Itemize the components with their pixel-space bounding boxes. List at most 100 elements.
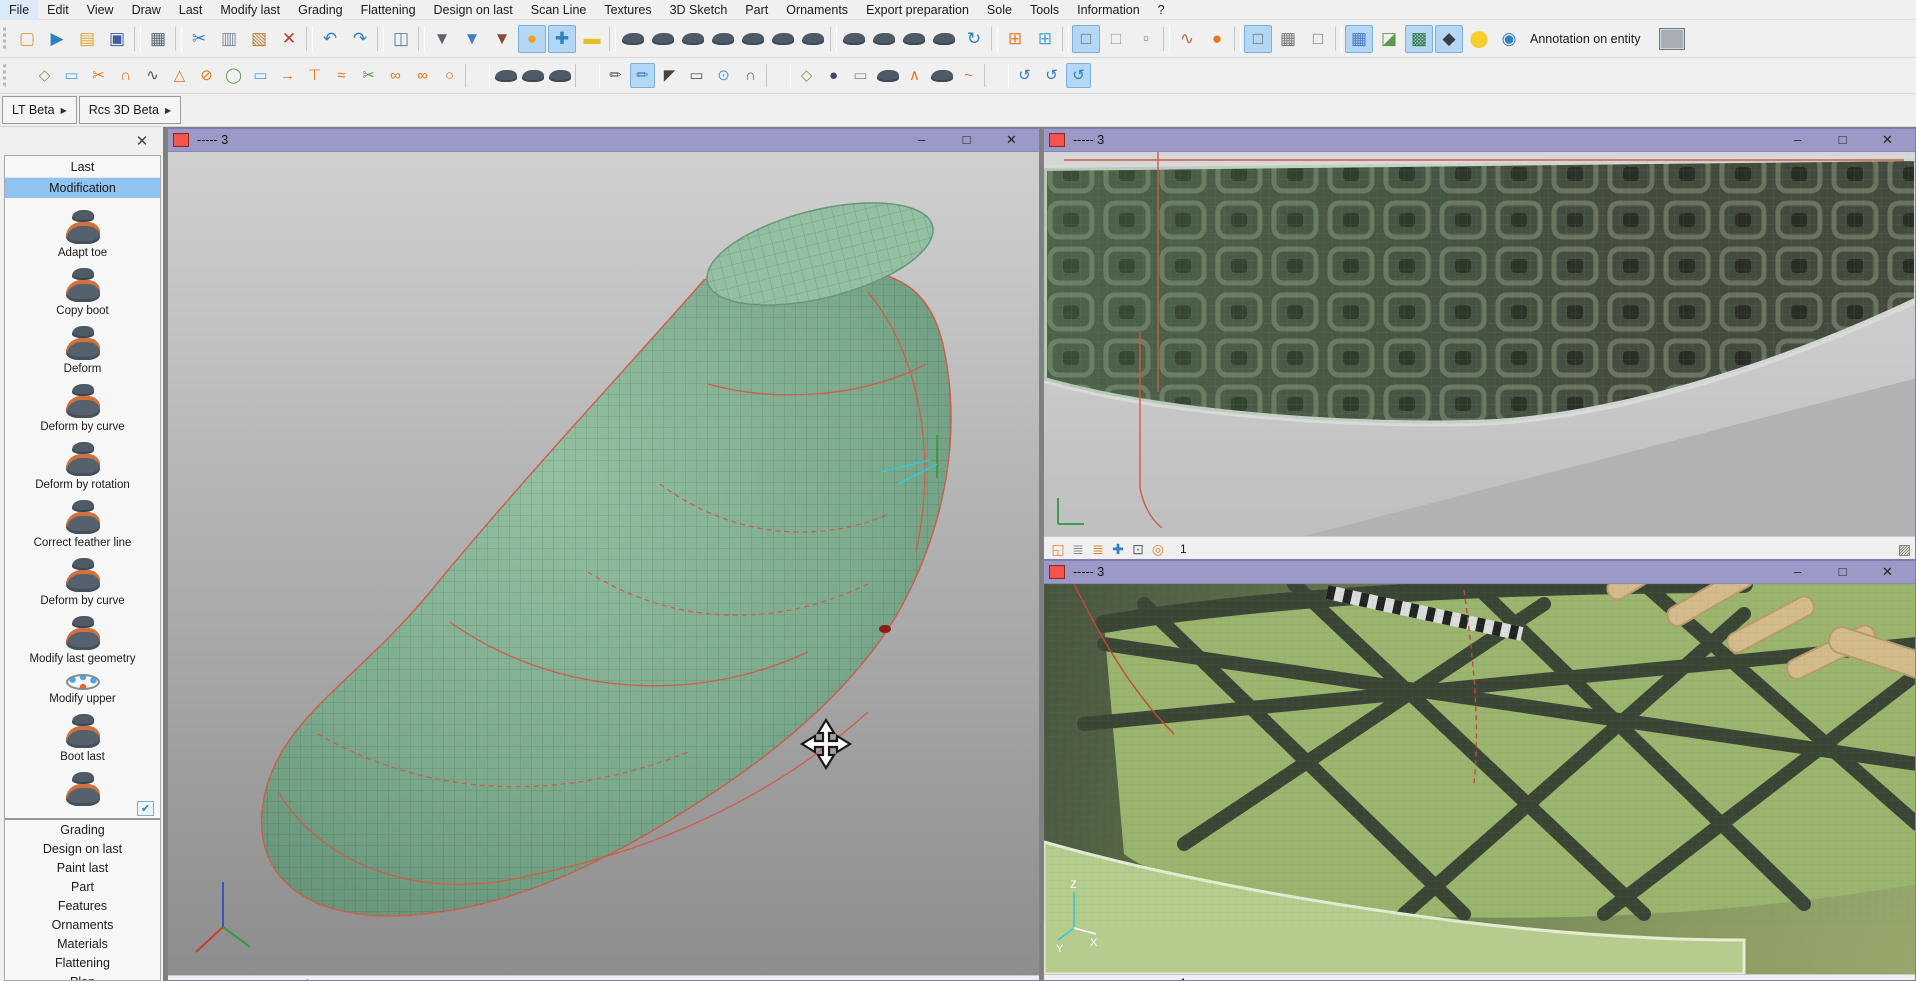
sidebar-section-item[interactable]: Flattening — [5, 953, 160, 972]
ellipse-icon[interactable]: ◯ — [221, 63, 246, 88]
last-iso-view-2-icon[interactable] — [870, 25, 898, 53]
viewport-main-canvas[interactable] — [168, 152, 1039, 975]
arrow-connector-icon[interactable]: → — [275, 63, 300, 88]
move-entity-icon[interactable]: ✚ — [548, 25, 576, 53]
undo-icon[interactable]: ↶ — [316, 25, 344, 53]
menu-item[interactable]: ? — [1149, 0, 1174, 20]
menu-item[interactable]: File — [0, 0, 38, 20]
last-iso-view-3-icon[interactable] — [900, 25, 928, 53]
close-button[interactable]: ✕ — [1865, 132, 1910, 148]
last-heel-view-icon[interactable] — [769, 25, 797, 53]
last-top-view-icon[interactable] — [799, 25, 827, 53]
filter-delete-icon[interactable]: ▼ — [488, 25, 516, 53]
surface-display-icon[interactable]: ◪ — [1375, 25, 1403, 53]
sole-bottom-view-icon[interactable] — [679, 25, 707, 53]
heel-tool-2-icon[interactable] — [520, 63, 545, 88]
sketch-plane-icon[interactable]: ◇ — [32, 63, 57, 88]
menu-item[interactable]: Last — [170, 0, 212, 20]
minimize-button[interactable]: – — [1775, 132, 1820, 148]
pencil-icon[interactable]: ✏ — [603, 63, 628, 88]
menu-item[interactable]: Ornaments — [777, 0, 857, 20]
redo-icon[interactable]: ↷ — [346, 25, 374, 53]
hide-entities-icon[interactable]: ● — [518, 25, 546, 53]
maximize-button[interactable]: □ — [944, 132, 989, 148]
paste-icon[interactable]: ▧ — [245, 25, 273, 53]
menu-item[interactable]: Textures — [595, 0, 660, 20]
new-file-icon[interactable]: ▢ — [13, 25, 41, 53]
link-rings-2-icon[interactable]: ∞ — [410, 63, 435, 88]
rect-draw-icon[interactable]: ▭ — [684, 63, 709, 88]
fan-icon[interactable]: △ — [167, 63, 192, 88]
cube-dashed-icon[interactable]: □ — [1102, 25, 1130, 53]
layers-active-icon[interactable]: ≣ — [1088, 539, 1108, 559]
menu-item[interactable]: Tools — [1021, 0, 1068, 20]
viewport-top-titlebar[interactable]: ----- 3 –□✕ — [1044, 129, 1915, 152]
box-display-icon[interactable]: □ — [1244, 25, 1272, 53]
tools-expand-checkbox[interactable]: ✔ — [137, 801, 154, 816]
tool-copy-boot[interactable]: Copy boot — [5, 268, 160, 317]
last-iso-view-1-icon[interactable] — [840, 25, 868, 53]
cut-curve-icon[interactable]: ✂ — [86, 63, 111, 88]
boot-view-icon[interactable] — [649, 25, 677, 53]
layers-icon[interactable]: ≣ — [1068, 539, 1088, 559]
tool-boot-last[interactable]: Boot last — [5, 714, 160, 763]
offset-lines-icon[interactable]: ≈ — [329, 63, 354, 88]
small-curve-icon[interactable]: ~ — [956, 63, 981, 88]
menu-item[interactable]: Design on last — [425, 0, 522, 20]
filter-restore-icon[interactable]: ▼ — [458, 25, 486, 53]
tee-icon[interactable]: ⊤ — [302, 63, 327, 88]
viewport-bottom-titlebar[interactable]: ----- 3 –□✕ — [1044, 561, 1915, 584]
light-icon[interactable]: ⬤ — [1465, 25, 1493, 53]
sidebar-section-item[interactable]: Plan — [5, 972, 160, 981]
cursor-arrow-icon[interactable]: ◤ — [657, 63, 682, 88]
view-window-icon[interactable]: ◱ — [172, 977, 192, 981]
menu-item[interactable]: Information — [1068, 0, 1149, 20]
rotate-view-1-icon[interactable]: ↺ — [1012, 63, 1037, 88]
sidebar-close-icon[interactable]: ✕ — [133, 133, 151, 151]
cut-icon[interactable]: ✂ — [185, 25, 213, 53]
menu-item[interactable]: Scan Line — [522, 0, 596, 20]
measure-icon[interactable]: ▬ — [578, 25, 606, 53]
zoom-window-icon[interactable]: ⊡ — [252, 977, 272, 981]
menu-item[interactable]: Grading — [289, 0, 351, 20]
menu-item[interactable]: View — [78, 0, 123, 20]
annotation-globe-icon[interactable]: ◉ — [1495, 25, 1523, 53]
shading-display-icon[interactable]: ◆ — [1435, 25, 1463, 53]
arc-points-icon[interactable]: ∧ — [902, 63, 927, 88]
sidebar-header-last[interactable]: Last — [5, 156, 160, 178]
circle-diameter-icon[interactable]: ⊘ — [194, 63, 219, 88]
sidebar-section-item[interactable]: Paint last — [5, 858, 160, 877]
menu-item[interactable]: 3D Sketch — [661, 0, 737, 20]
curve-icon[interactable]: ∿ — [140, 63, 165, 88]
move-view-icon[interactable]: ✚ — [1108, 539, 1128, 559]
close-button[interactable]: ✕ — [1865, 564, 1910, 580]
preview-window-icon[interactable]: ◫ — [387, 25, 415, 53]
maximize-button[interactable]: □ — [1820, 132, 1865, 148]
layers-active-icon[interactable]: ≣ — [212, 977, 232, 981]
link-rings-icon[interactable]: ∞ — [383, 63, 408, 88]
fit-view-icon[interactable]: ⊞ — [1001, 25, 1029, 53]
select-region-icon[interactable]: ▭ — [59, 63, 84, 88]
move-view-icon[interactable]: ✚ — [1108, 976, 1128, 981]
cube-mesh-icon[interactable]: ▦ — [1274, 25, 1302, 53]
tool-deform-by-rotation[interactable]: Deform by rotation — [5, 442, 160, 491]
grid-display-icon[interactable]: ▦ — [1345, 25, 1373, 53]
menu-item[interactable]: Modify last — [211, 0, 289, 20]
layer-panel-icon[interactable]: ▨ — [1898, 541, 1911, 558]
trim-icon[interactable]: ✂ — [356, 63, 381, 88]
delete-icon[interactable]: ✕ — [275, 25, 303, 53]
arc-icon[interactable]: ∩ — [113, 63, 138, 88]
menu-item[interactable]: Sole — [978, 0, 1021, 20]
sidebar-section-item[interactable]: Materials — [5, 934, 160, 953]
menu-item[interactable]: Part — [736, 0, 777, 20]
filter-edit-icon[interactable]: ▼ — [428, 25, 456, 53]
print-icon[interactable]: ▦ — [144, 25, 172, 53]
layers-icon[interactable]: ≣ — [1068, 976, 1088, 981]
menu-item[interactable]: Export preparation — [857, 0, 978, 20]
tool-modify-upper[interactable]: Modify upper — [5, 674, 160, 705]
refresh-view-icon[interactable]: ↻ — [960, 25, 988, 53]
last-iso-view-4-icon[interactable] — [930, 25, 958, 53]
sidebar-section-item[interactable]: Part — [5, 877, 160, 896]
cube-wire-icon[interactable]: □ — [1304, 25, 1332, 53]
toolbar-drag-handle[interactable] — [3, 63, 28, 88]
